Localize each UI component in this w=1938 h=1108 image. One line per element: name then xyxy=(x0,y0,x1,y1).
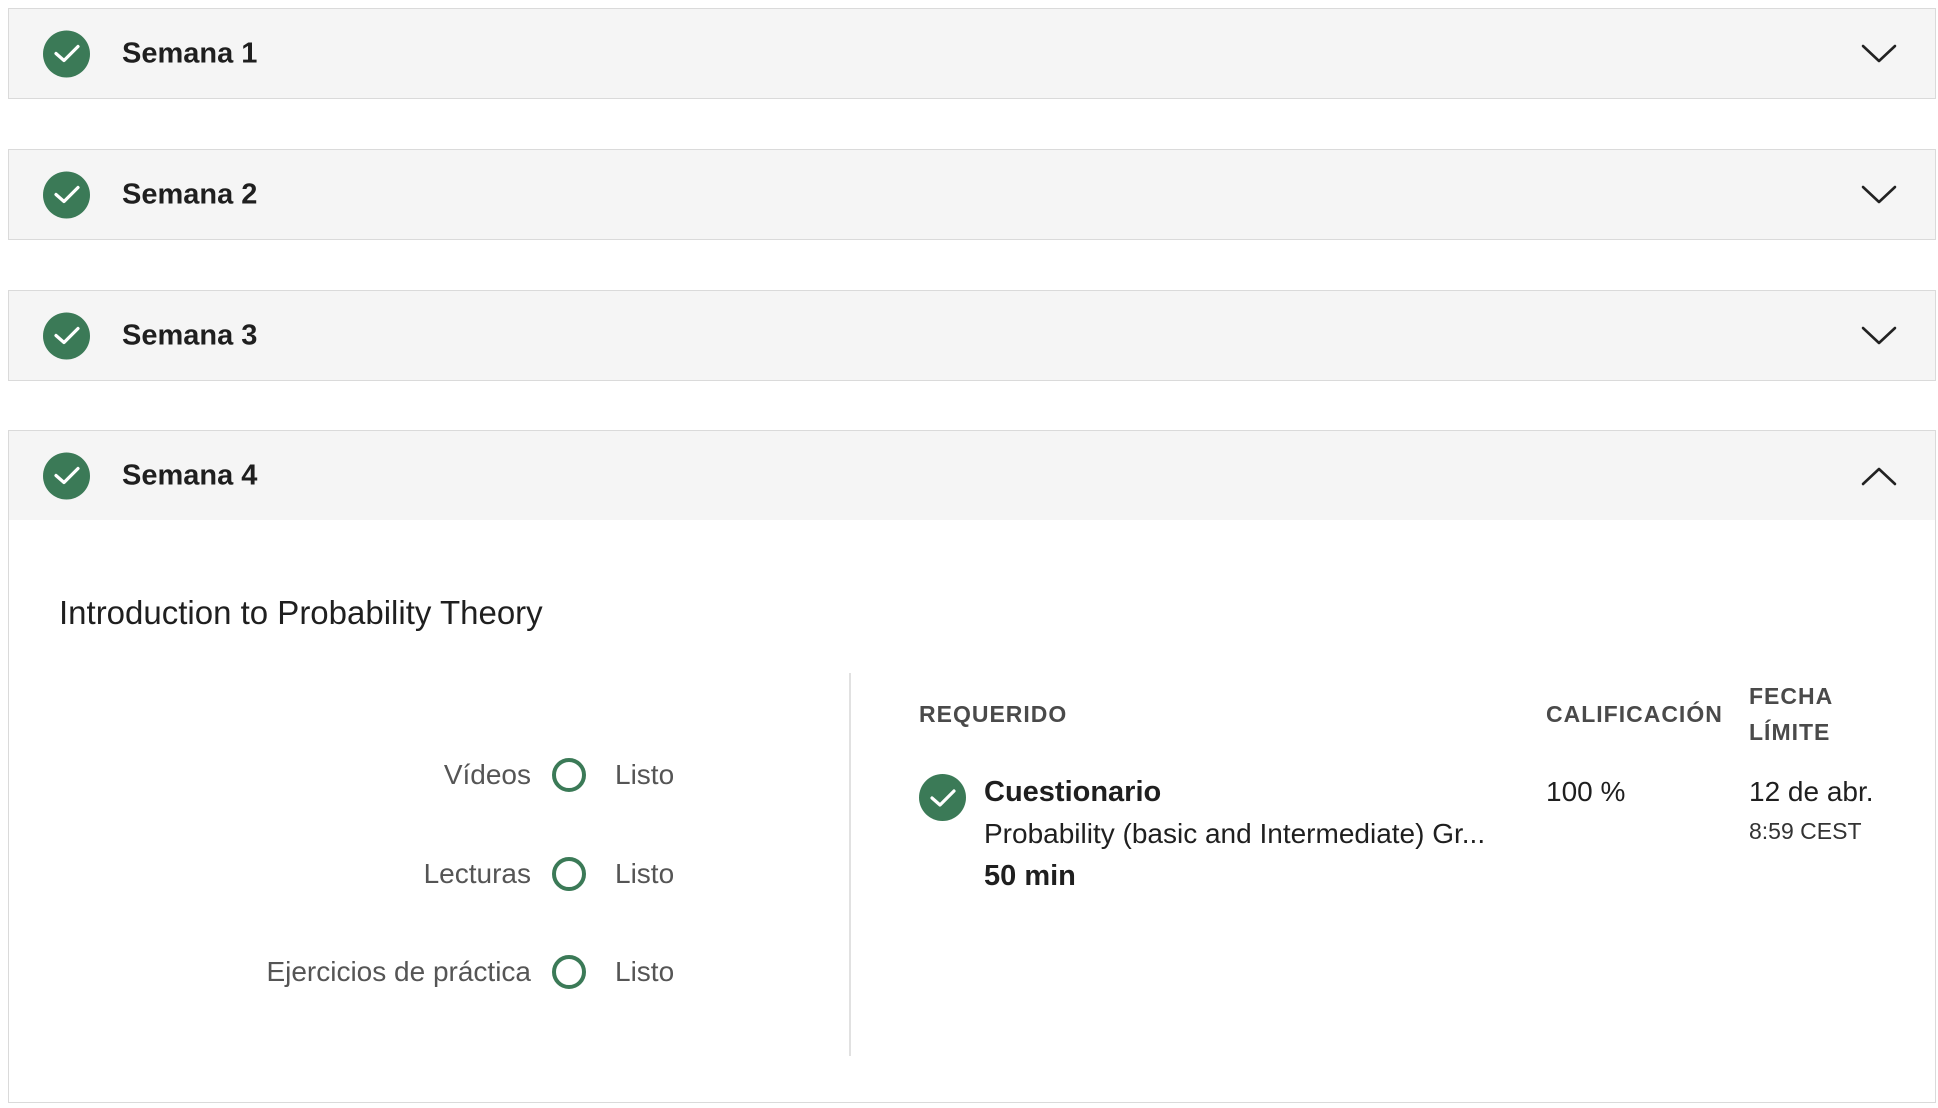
week-section-2: Semana 2 xyxy=(8,149,1936,240)
week-content: Introduction to Probability Theory Vídeo… xyxy=(9,520,1935,1102)
item-due-time: 8:59 CEST xyxy=(1749,818,1862,844)
column-divider xyxy=(849,673,851,1056)
empty-circle-icon xyxy=(552,857,586,891)
column-header-required: REQUERIDO xyxy=(919,701,1068,727)
column-header-due-line1: FECHA xyxy=(1749,683,1834,709)
check-circle-icon xyxy=(43,30,90,77)
week-section-4: Semana 4 Introduction to Probability The… xyxy=(8,430,1936,1103)
progress-status: Listo xyxy=(615,956,675,987)
module-title: Introduction to Probability Theory xyxy=(59,594,543,631)
check-circle-icon xyxy=(43,312,90,359)
week-header-2[interactable]: Semana 2 xyxy=(9,150,1935,239)
week-header-1[interactable]: Semana 1 xyxy=(9,9,1935,98)
column-header-grade: CALIFICACIÓN xyxy=(1546,701,1723,727)
check-circle-icon xyxy=(43,452,90,499)
week-title: Semana 3 xyxy=(122,319,258,351)
progress-row-videos: Vídeos Listo xyxy=(9,753,689,797)
progress-row-readings: Lecturas Listo xyxy=(9,852,689,896)
chevron-down-icon[interactable] xyxy=(1861,184,1897,206)
check-circle-icon xyxy=(43,171,90,218)
week-header-3[interactable]: Semana 3 xyxy=(9,291,1935,380)
week-title: Semana 1 xyxy=(122,37,258,69)
item-type[interactable]: Cuestionario xyxy=(984,776,1161,809)
week-header-4[interactable]: Semana 4 xyxy=(9,431,1935,520)
column-header-due: FECHA LÍMITE xyxy=(1749,678,1833,750)
chevron-up-icon[interactable] xyxy=(1861,465,1897,487)
chevron-down-icon[interactable] xyxy=(1861,325,1897,347)
course-weeks-page: Semana 1 Semana 2 Semana 3 Semana 4 Intr… xyxy=(0,0,1938,1108)
progress-label: Ejercicios de práctica xyxy=(266,956,531,987)
empty-circle-icon xyxy=(552,758,586,792)
week-section-3: Semana 3 xyxy=(8,290,1936,381)
progress-row-exercises: Ejercicios de práctica Listo xyxy=(9,950,689,994)
progress-label: Vídeos xyxy=(443,759,531,790)
item-grade: 100 % xyxy=(1546,776,1626,807)
progress-label: Lecturas xyxy=(423,858,531,889)
progress-status: Listo xyxy=(615,759,675,790)
item-name-link[interactable]: Probability (basic and Intermediate) Gr.… xyxy=(984,818,1514,850)
week-section-1: Semana 1 xyxy=(8,8,1936,99)
progress-status: Listo xyxy=(615,858,675,889)
week-title: Semana 4 xyxy=(122,459,258,491)
empty-circle-icon xyxy=(552,955,586,989)
column-header-due-line2: LÍMITE xyxy=(1749,719,1831,745)
item-duration: 50 min xyxy=(984,860,1076,892)
item-due-date: 12 de abr. xyxy=(1749,776,1874,807)
week-title: Semana 2 xyxy=(122,178,258,210)
check-circle-icon xyxy=(919,774,966,821)
chevron-down-icon[interactable] xyxy=(1861,43,1897,65)
